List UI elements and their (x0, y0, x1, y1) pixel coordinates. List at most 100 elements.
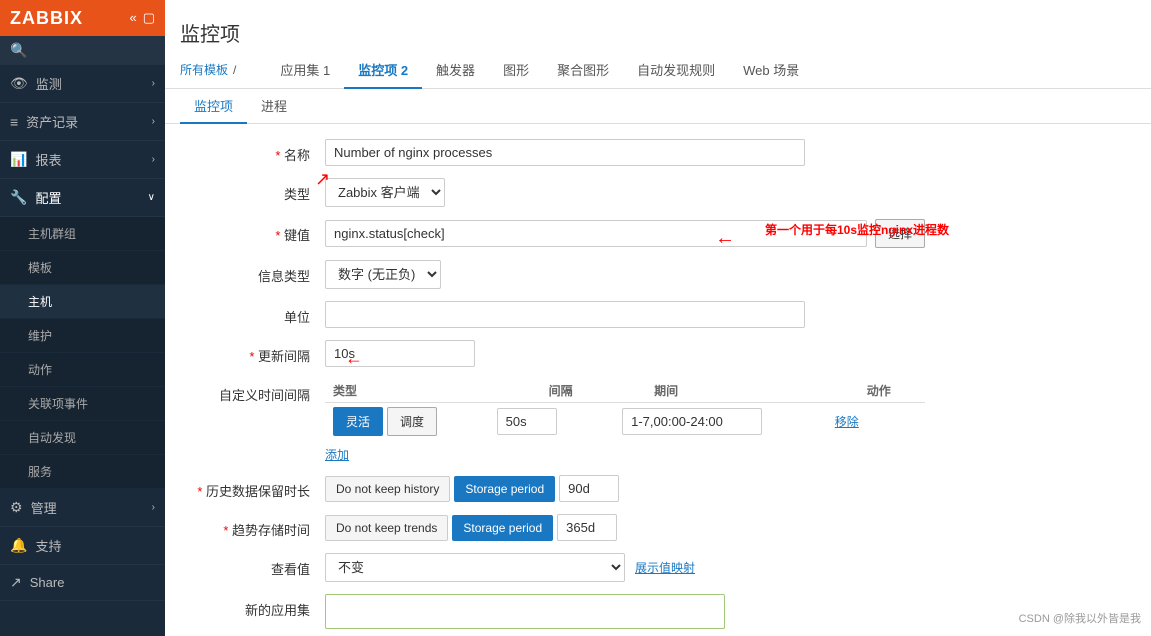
name-input[interactable] (325, 139, 805, 166)
info-type-select[interactable]: 数字 (无正负) (325, 260, 441, 289)
sidebar-item-asset[interactable]: ≡ 资产记录 › (0, 103, 165, 141)
support-icon: 🔔 (10, 537, 27, 554)
report-icon: 📊 (10, 151, 27, 168)
collapse-icon[interactable]: « (129, 10, 136, 26)
tab-web-scenes[interactable]: Web 场景 (729, 52, 813, 89)
sidebar-item-services[interactable]: 服务 (0, 455, 165, 489)
sidebar-item-admin[interactable]: ⚙ 管理 › (0, 489, 165, 527)
sidebar-item-label: 监测 (36, 74, 62, 93)
page-header: 监控项 (165, 0, 1151, 51)
type-control: Zabbix 客户端 (325, 178, 925, 207)
arrow-update-icon: ← (345, 348, 363, 369)
tab-triggers[interactable]: 触发器 (422, 52, 489, 89)
sidebar-item-actions[interactable]: 动作 (0, 353, 165, 387)
sidebar-item-label: 资产记录 (26, 112, 78, 131)
interval-input[interactable] (497, 408, 557, 435)
chevron-down-icon: ∨ (148, 192, 155, 203)
interval-action-cell: 移除 (827, 403, 925, 441)
sidebar-item-share[interactable]: ↗ Share (0, 565, 165, 601)
custom-interval-row: 自定义时间间隔 类型 间隔 期间 动作 (185, 379, 1131, 463)
history-storage-btn[interactable]: Storage period (454, 476, 555, 502)
col-interval: 间隔 (489, 379, 614, 403)
type-schedule-btn[interactable]: 调度 (387, 407, 437, 436)
sidebar-search-bar[interactable]: 🔍 (0, 36, 165, 65)
trends-storage-btn[interactable]: Storage period (452, 515, 553, 541)
do-not-keep-history-btn[interactable]: Do not keep history (325, 476, 450, 502)
window-icon[interactable]: ▢ (143, 10, 155, 26)
unit-label: 单位 (185, 301, 325, 326)
sidebar-item-discovery[interactable]: 自动发现 (0, 421, 165, 455)
watermark: CSDN @除我以外皆是我 (1019, 610, 1141, 626)
tab-graphs[interactable]: 图形 (489, 52, 543, 89)
interval-row: 灵活 调度 移除 (325, 403, 925, 441)
sidebar-item-support[interactable]: 🔔 支持 (0, 527, 165, 565)
sidebar-item-report[interactable]: 📊 报表 › (0, 141, 165, 179)
trends-input-row: Do not keep trends Storage period (325, 514, 925, 541)
sidebar-item-maintenance[interactable]: 维护 (0, 319, 165, 353)
remove-interval-link[interactable]: 移除 (835, 415, 859, 429)
type-select[interactable]: Zabbix 客户端 (325, 178, 445, 207)
name-control: ↗ (325, 139, 925, 166)
unit-control (325, 301, 925, 328)
interval-value-cell (489, 403, 614, 441)
breadcrumb: 所有模板 / (180, 61, 241, 78)
do-not-keep-trends-btn[interactable]: Do not keep trends (325, 515, 448, 541)
type-row: 类型 Zabbix 客户端 (185, 178, 1131, 207)
search-icon: 🔍 (10, 42, 27, 59)
sidebar-item-label: 管理 (31, 498, 57, 517)
period-input[interactable] (622, 408, 762, 435)
sidebar-item-monitor[interactable]: 👁 监测 › (0, 65, 165, 103)
tab-app-sets[interactable]: 应用集 1 (266, 52, 344, 89)
new-app-label: 新的应用集 (185, 594, 325, 619)
search-input[interactable] (33, 44, 165, 58)
trends-control: Do not keep trends Storage period (325, 514, 925, 541)
tab-monitor-items[interactable]: 监控项 2 (344, 52, 422, 89)
interval-period-cell (614, 403, 827, 441)
info-type-label: 信息类型 (185, 260, 325, 285)
sidebar: ZABBIX « ▢ 🔍 👁 监测 › ≡ 资产记录 › 📊 报表 › 🔧 配置… (0, 0, 165, 636)
trends-row: 趋势存储时间 Do not keep trends Storage period (185, 514, 1131, 541)
config-submenu: 主机群组 模板 主机 维护 动作 关联项事件 自动发现 服务 (0, 217, 165, 489)
add-interval-link[interactable]: 添加 (325, 448, 349, 462)
new-app-input-container[interactable] (325, 594, 725, 629)
sidebar-item-templates[interactable]: 模板 (0, 251, 165, 285)
new-app-control (325, 594, 925, 629)
custom-interval-control: 类型 间隔 期间 动作 灵活 调度 (325, 379, 925, 463)
value-map-select[interactable]: 不变 (325, 553, 625, 582)
type-flexible-btn[interactable]: 灵活 (333, 407, 383, 436)
breadcrumb-sep-1: / (233, 63, 236, 77)
value-map-link[interactable]: 展示值映射 (635, 559, 695, 576)
sidebar-item-hosts[interactable]: 主机 (0, 285, 165, 319)
breadcrumb-all-templates[interactable]: 所有模板 (180, 61, 228, 78)
chevron-icon: › (152, 78, 155, 89)
history-input-row: Do not keep history Storage period (325, 475, 925, 502)
info-type-row: 信息类型 数字 (无正负) (185, 260, 1131, 289)
config-icon: 🔧 (10, 189, 27, 206)
trends-value-input[interactable] (557, 514, 617, 541)
sidebar-item-host-groups[interactable]: 主机群组 (0, 217, 165, 251)
history-value-input[interactable] (559, 475, 619, 502)
unit-input[interactable] (325, 301, 805, 328)
sub-tab-progress[interactable]: 进程 (247, 89, 301, 124)
history-row: 历史数据保留时长 Do not keep history Storage per… (185, 475, 1131, 502)
tab-auto-discovery[interactable]: 自动发现规则 (623, 52, 729, 89)
annotation-key: 第一个用于每10s监控nginx进程数 (765, 221, 949, 238)
sidebar-item-label: 配置 (35, 188, 61, 207)
sidebar-item-correlations[interactable]: 关联项事件 (0, 387, 165, 421)
custom-interval-label: 自定义时间间隔 (185, 379, 325, 404)
col-type: 类型 (325, 379, 489, 403)
col-action: 动作 (827, 379, 925, 403)
sidebar-header: ZABBIX « ▢ (0, 0, 165, 36)
value-map-row: 查看值 不变 展示值映射 (185, 553, 1131, 582)
chevron-icon: › (152, 502, 155, 513)
breadcrumb-bar: 所有模板 / 应用集 1 监控项 2 触发器 图形 聚合图形 自动发现规则 We… (165, 51, 1151, 89)
history-label: 历史数据保留时长 (185, 475, 325, 500)
sidebar-item-label: Share (30, 575, 65, 590)
main-content: 监控项 所有模板 / 应用集 1 监控项 2 触发器 图形 聚合图形 自动发现规… (165, 0, 1151, 636)
chevron-icon: › (152, 116, 155, 127)
logo: ZABBIX (10, 8, 83, 29)
sidebar-item-config[interactable]: 🔧 配置 ∨ (0, 179, 165, 217)
tab-agg-graphs[interactable]: 聚合图形 (543, 52, 623, 89)
new-app-input[interactable] (330, 599, 720, 624)
sub-tab-items[interactable]: 监控项 (180, 89, 247, 124)
